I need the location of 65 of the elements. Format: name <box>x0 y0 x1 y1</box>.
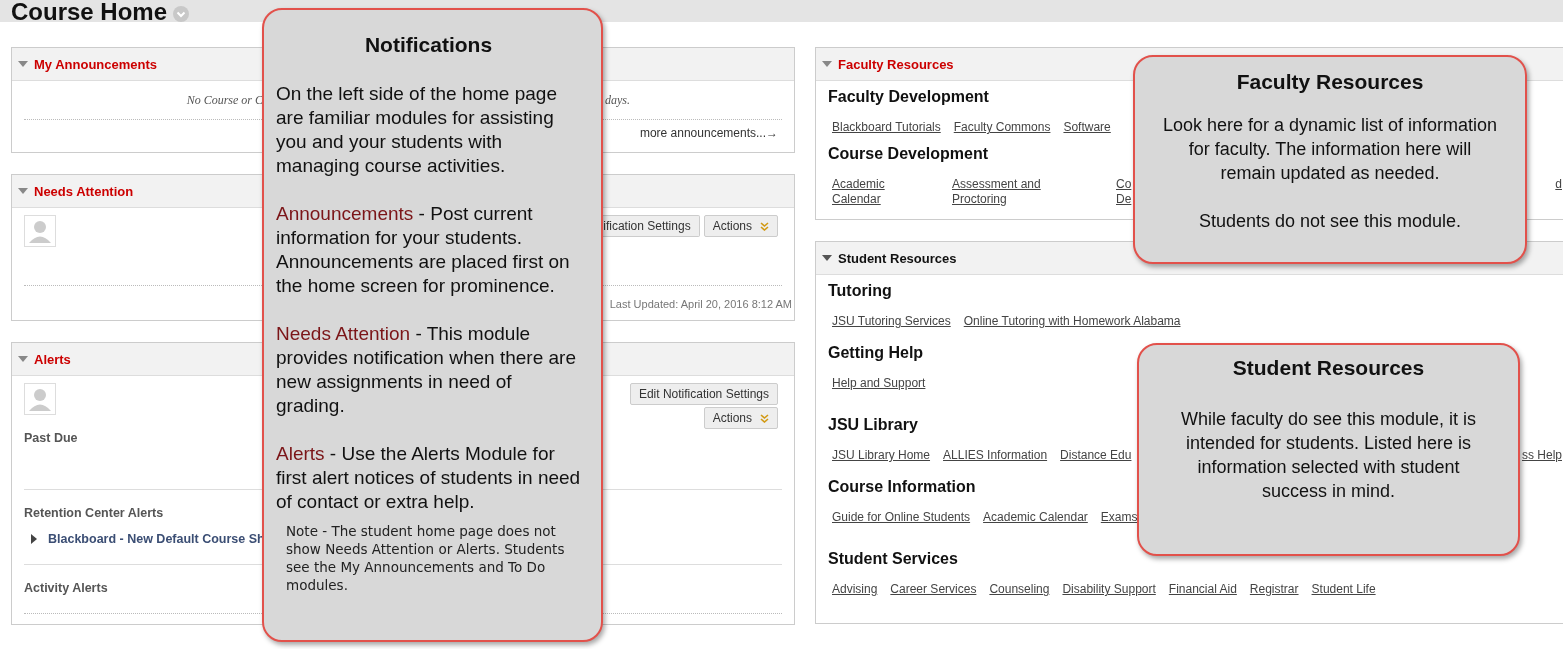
module-title[interactable]: Alerts <box>34 351 71 367</box>
more-link[interactable]: more announcements...→ <box>639 126 778 142</box>
resource-link[interactable]: Faculty Commons <box>953 120 1051 135</box>
resource-link[interactable]: Assessment and Proctoring <box>952 177 1047 207</box>
resource-link[interactable]: Online Tutoring with Homework Alabama <box>963 314 1181 329</box>
callout-title: Faculty Resources <box>1235 69 1425 95</box>
module-title[interactable]: My Announcements <box>34 56 158 72</box>
avatar-icon <box>24 215 56 247</box>
group-heading: Faculty Development <box>828 87 989 107</box>
callout-paragraph: Needs Attention - This module provides notification when there are new assignments in need of grading. <box>276 322 577 418</box>
group-heading: Course Information <box>828 477 976 497</box>
resource-link[interactable]: Exams <box>1100 510 1138 525</box>
double-chevron-icon <box>760 221 769 231</box>
resource-link[interactable]: Help and Support <box>832 376 926 391</box>
chevron-icon[interactable] <box>173 6 190 22</box>
alert-section-heading: Past Due <box>24 430 78 445</box>
resource-link[interactable]: Co De <box>1116 177 1132 207</box>
module-title[interactable]: Student Resources <box>838 250 957 266</box>
group-heading: Student Services <box>828 549 958 569</box>
edit-notification-button[interactable]: Edit Notification Settings <box>629 383 778 405</box>
callout-paragraph: While faculty do see this module, it is intended for students. Listed here is information selected with student success in mind. <box>1179 408 1478 503</box>
group-heading: Getting Help <box>828 343 924 363</box>
triangle-icon[interactable] <box>822 253 832 263</box>
module-title[interactable]: Faculty Resources <box>838 56 954 72</box>
module-title[interactable]: Needs Attention <box>34 183 134 199</box>
callout-paragraph: Alerts - Use the Alerts Module for first alert notices of students in need of contact or extra help. <box>276 442 581 514</box>
actions-button[interactable]: Actions <box>703 407 778 429</box>
resource-link[interactable]: Software <box>1063 120 1111 135</box>
resource-link[interactable]: Disability Support <box>1062 582 1156 597</box>
group-heading: Course Development <box>828 144 989 164</box>
callout-paragraph: On the left side of the home page are familiar modules for assisting you and your students with managing course activities. <box>276 82 558 178</box>
alert-section-heading: Retention Center Alerts <box>24 506 164 520</box>
resource-link[interactable]: Academic Calendar <box>983 510 1088 525</box>
triangle-icon[interactable] <box>30 534 38 544</box>
callout-paragraph: Look here for a dynamic list of information for faculty. The information here will remain updated as needed. <box>1161 114 1499 185</box>
resource-link[interactable]: Guide for Online Students <box>832 510 971 525</box>
resource-link[interactable]: Registrar <box>1249 582 1299 597</box>
double-chevron-icon <box>760 413 769 423</box>
resource-link[interactable]: JSU Library Home <box>832 448 931 463</box>
resource-link[interactable]: JSU Tutoring Services <box>832 314 951 329</box>
callout-paragraph: Students do not see this module. <box>1197 210 1463 233</box>
group-heading: Tutoring <box>828 281 892 301</box>
announcement-message: days. <box>604 93 631 109</box>
avatar-icon <box>24 383 56 415</box>
resource-link[interactable]: ALLIES Information <box>943 448 1048 463</box>
resource-link[interactable]: Counseling <box>989 582 1050 597</box>
last-updated-text: Last Updated: April 20, 2016 8:12 AM <box>609 297 792 310</box>
alert-section-heading: Activity Alerts <box>24 581 108 595</box>
resource-link[interactable]: ss Help <box>1522 448 1562 463</box>
resource-link[interactable]: Distance Edu <box>1060 448 1132 463</box>
resource-link[interactable]: Academic Calendar <box>832 177 927 207</box>
callout-note: Note - The student home page does not show Needs Attention or Alerts. Students see the My Announcements and To Do modules. <box>286 522 566 594</box>
group-heading: JSU Library <box>828 415 918 435</box>
callout-title: Notifications <box>363 32 494 58</box>
callout-title: Student Resources <box>1231 355 1426 381</box>
page-title: Course Home <box>11 0 168 25</box>
resource-link[interactable]: Advising <box>832 582 878 597</box>
resource-link[interactable]: Student Life <box>1311 582 1376 597</box>
resource-link[interactable]: Financial Aid <box>1168 582 1237 597</box>
toolbar-button[interactable]: Actions <box>703 215 778 237</box>
callout-paragraph: Announcements - Post current information for your students. Announcements are placed first on the home screen for prominence. <box>276 202 571 298</box>
resource-link[interactable]: Blackboard Tutorials <box>832 120 941 135</box>
resource-link[interactable]: d <box>1555 177 1562 192</box>
toolbar-button[interactable]: ification Settings <box>603 215 700 237</box>
resource-link[interactable]: Career Services <box>890 582 977 597</box>
